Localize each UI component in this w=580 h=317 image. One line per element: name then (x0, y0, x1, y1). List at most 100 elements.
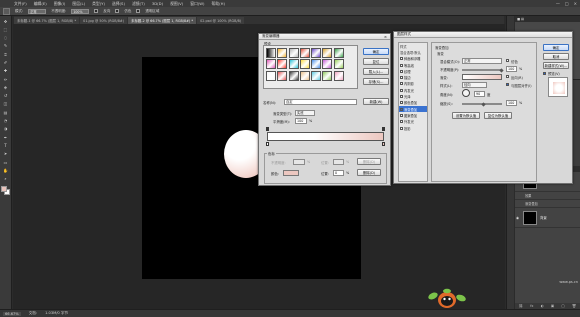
layers-footer-icon[interactable]: fx (530, 304, 533, 308)
eraser-tool-icon[interactable]: ◫ (2, 102, 9, 107)
gradient-preset-swatch[interactable] (288, 59, 299, 70)
dodge-tool-icon[interactable]: ◑ (2, 127, 9, 132)
menu-item-9[interactable]: 窗口(W) (190, 1, 204, 7)
eye-icon[interactable]: ◉ (516, 216, 520, 220)
gradient-preset-swatch[interactable] (322, 48, 333, 58)
gradient-preset-swatch[interactable] (266, 59, 276, 70)
gradient-preset-swatch[interactable] (266, 48, 276, 58)
color-stop-left[interactable] (266, 142, 269, 146)
menu-item-2[interactable]: 图像(I) (54, 1, 66, 7)
name-input[interactable]: 自定 (284, 99, 357, 105)
gradient-preset-swatch[interactable] (277, 59, 288, 70)
foreground-color-swatch[interactable] (1, 185, 7, 192)
reset-default-button[interactable]: 复位为默认值 (484, 112, 512, 119)
layer-row-background[interactable]: ◉ 背景 (515, 208, 580, 228)
menu-item-5[interactable]: 选择(S) (112, 1, 125, 7)
dither-checkbox[interactable] (115, 9, 120, 13)
gradient-preset-swatch[interactable] (333, 59, 344, 70)
gradient-picker[interactable] (462, 74, 502, 80)
opacity-slider[interactable] (462, 69, 502, 71)
layers-footer-icon[interactable]: ▢ (561, 304, 564, 308)
opacity-field[interactable]: 100% (71, 8, 90, 14)
gradient-preset-swatch[interactable] (288, 48, 299, 58)
menu-item-8[interactable]: 视图(V) (170, 1, 183, 7)
hand-tool-icon[interactable]: ✋ (2, 168, 9, 173)
layers-footer-icon[interactable]: ◐ (541, 304, 544, 308)
angle-dial[interactable] (462, 89, 470, 97)
zoom-tool-icon[interactable]: ⌕ (2, 177, 9, 182)
gradient-type-select[interactable]: 实底 (295, 110, 315, 116)
style-checkbox[interactable] (400, 95, 403, 99)
style-checkbox[interactable] (400, 120, 403, 124)
lasso-tool-icon[interactable]: ◌ (2, 36, 9, 41)
brush-tool-icon[interactable]: ✏ (2, 77, 9, 82)
style-checkbox[interactable] (400, 57, 403, 61)
gradient-preset-swatch[interactable] (322, 70, 333, 81)
save-button[interactable]: 存储(S)... (363, 78, 389, 85)
preview-checkbox[interactable] (543, 72, 546, 75)
opacity-stop-right[interactable] (382, 127, 385, 131)
zoom-level[interactable]: 66.67% (3, 311, 21, 316)
layers-footer-icon[interactable]: ▣ (551, 304, 554, 308)
pen-tool-icon[interactable]: ✒ (2, 135, 9, 140)
marquee-tool-icon[interactable]: ⬚ (2, 27, 9, 32)
align-checkbox[interactable] (506, 83, 509, 86)
gradient-preset-swatch[interactable] (311, 59, 322, 70)
move-tool-icon[interactable]: ✥ (2, 19, 9, 24)
gradient-preset-swatch[interactable] (299, 59, 310, 70)
style-checkbox[interactable] (400, 107, 403, 111)
eyedropper-tool-icon[interactable]: ✐ (2, 60, 9, 65)
style-checkbox[interactable] (400, 101, 403, 105)
cancel-button[interactable]: 取消 (543, 53, 569, 60)
angle-input[interactable]: 90 (474, 91, 485, 97)
gradient-editor-titlebar[interactable]: 渐变编辑器 × (259, 34, 390, 40)
document-tab[interactable]: 未标题-2 @ 66.7% (图层 1, RGB/8#) * (128, 17, 197, 24)
opacity-slider-knob[interactable] (499, 68, 504, 73)
stop-color-location-input[interactable]: 0 (333, 170, 344, 176)
gradient-tool-icon[interactable] (3, 7, 10, 15)
layers-footer-icon[interactable]: 🗑 (572, 304, 576, 308)
dither-checkbox[interactable] (506, 59, 509, 62)
style-checkbox[interactable] (400, 88, 403, 92)
ok-button[interactable]: 确定 (543, 44, 569, 51)
layer-effects-row[interactable]: 效果 (515, 192, 580, 200)
style-checkbox[interactable] (400, 82, 403, 86)
menu-item-0[interactable]: 文件(F) (14, 1, 27, 7)
opacity-input[interactable]: 100 (506, 66, 517, 72)
opacity-stop-left[interactable] (266, 127, 269, 131)
history-brush-tool-icon[interactable]: ↺ (2, 94, 9, 99)
reset-button[interactable]: 复位 (363, 58, 389, 65)
gradient-preset-swatch[interactable] (288, 70, 299, 81)
gradient-tool-icon[interactable]: ▤ (2, 110, 9, 115)
gradient-bar[interactable] (267, 132, 384, 141)
new-button[interactable]: 新建(W) (363, 98, 389, 105)
style-checkbox[interactable] (400, 126, 403, 130)
load-button[interactable]: 载入(L)... (363, 68, 389, 75)
gradient-preset-swatch[interactable] (333, 70, 344, 81)
shape-tool-icon[interactable]: ▭ (2, 160, 9, 165)
gradient-preset-swatch[interactable] (299, 48, 310, 58)
style-checkbox[interactable] (400, 76, 403, 80)
gradient-preset-swatch[interactable] (311, 70, 322, 81)
gradient-preset-swatch[interactable] (277, 70, 288, 81)
menu-item-3[interactable]: 图层(L) (72, 1, 85, 7)
transparency-checkbox[interactable] (136, 9, 141, 13)
style-checkbox[interactable] (400, 69, 403, 73)
menu-item-6[interactable]: 滤镜(T) (132, 1, 145, 7)
reverse-checkbox[interactable] (506, 75, 509, 78)
path-select-tool-icon[interactable]: ➤ (2, 152, 9, 157)
style-checkbox[interactable] (400, 113, 403, 117)
close-icon[interactable]: × (384, 34, 387, 39)
document-tab[interactable]: 未标题-1 @ 66.7% (图层 1, RGB/8) * (14, 17, 80, 24)
stop-color-swatch[interactable] (283, 170, 299, 176)
gradient-preset-swatch[interactable] (322, 59, 333, 70)
blend-mode-select[interactable]: 正常 (462, 58, 502, 64)
make-default-button[interactable]: 设置为默认值 (452, 112, 480, 119)
menu-item-1[interactable]: 编辑(E) (34, 1, 47, 7)
style-list-item[interactable]: 投影 (399, 125, 427, 131)
minimize-icon[interactable]: — (556, 1, 560, 6)
scale-slider-knob[interactable] (481, 102, 486, 107)
menu-item-10[interactable]: 帮助(H) (212, 1, 225, 7)
type-tool-icon[interactable]: T (2, 143, 9, 148)
stop-color-delete-button[interactable]: 删除(D) (357, 169, 381, 176)
